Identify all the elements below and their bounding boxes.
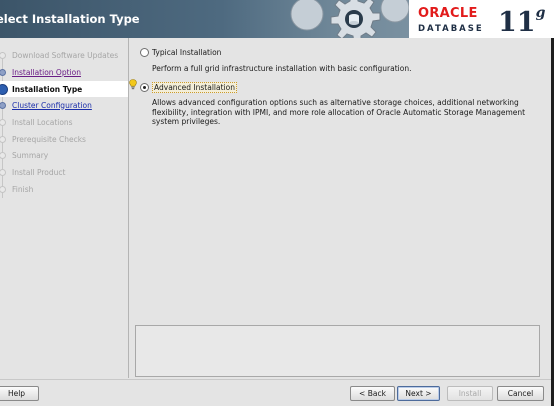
next-button[interactable]: Next > (397, 386, 440, 401)
oracle-logo: ORACLE DATABASE 11g (409, 0, 554, 38)
advanced-installation-option[interactable]: Advanced Installation (140, 82, 237, 93)
nav-step-prerequisite-checks: Prerequisite Checks (0, 131, 128, 147)
gear-graphic-icon (290, 0, 410, 38)
step-dot-icon (0, 186, 6, 193)
step-dot-icon (0, 52, 6, 59)
nav-step-label: Installation Type (12, 84, 83, 94)
header-banner: elect Installation Type ORACLE DATABASE … (0, 0, 554, 38)
help-button-label: Help (7, 389, 26, 398)
nav-step-label: Summary (12, 150, 49, 160)
typical-installation-radio[interactable] (140, 48, 149, 57)
nav-step-label: Download Software Updates (12, 50, 119, 60)
oracle-wordmark: ORACLE (418, 6, 478, 21)
nav-step-label[interactable]: Installation Option (12, 68, 81, 77)
nav-step-label: Finish (12, 184, 34, 194)
step-dot-icon (0, 102, 6, 109)
cancel-button-label: Cancel (507, 389, 534, 398)
database-wordmark: DATABASE (418, 24, 484, 34)
nav-step-summary: Summary (0, 147, 128, 163)
next-button-label: Next > (405, 389, 432, 398)
footer-separator (0, 379, 554, 380)
advanced-installation-radio[interactable] (140, 83, 149, 92)
step-dot-icon (0, 136, 6, 143)
nav-step-install-product: Install Product (0, 164, 128, 180)
nav-step-finish: Finish (0, 181, 128, 197)
nav-step-installation-option[interactable]: Installation Option (0, 64, 128, 80)
nav-step-label: Prerequisite Checks (12, 134, 86, 144)
step-dot-icon (0, 152, 6, 159)
cancel-button[interactable]: Cancel (497, 386, 544, 401)
help-button[interactable]: Help (0, 386, 39, 401)
nav-step-installation-type: Installation Type (0, 81, 128, 97)
step-dot-icon (0, 119, 6, 126)
nav-step-download-software-updates: Download Software Updates (0, 47, 128, 63)
nav-step-label: Install Locations (12, 117, 73, 127)
lightbulb-hint-icon (129, 79, 137, 90)
typical-installation-description: Perform a full grid infrastructure insta… (152, 64, 412, 73)
version-suffix: g (535, 5, 546, 21)
version-mark: 11g (498, 2, 545, 38)
details-pane (135, 325, 540, 377)
nav-step-install-locations: Install Locations (0, 114, 128, 130)
step-dot-icon (0, 69, 6, 76)
version-number: 11 (498, 7, 536, 38)
nav-step-label[interactable]: Cluster Configuration (12, 101, 92, 110)
typical-installation-option[interactable]: Typical Installation (140, 48, 221, 57)
nav-step-label: Install Product (12, 167, 66, 177)
step-dot-icon (0, 169, 6, 176)
install-button: Install (447, 386, 493, 401)
back-button-label: < Back (359, 389, 386, 398)
page-title: elect Installation Type (0, 12, 140, 26)
install-button-label: Install (458, 389, 482, 398)
typical-installation-label[interactable]: Typical Installation (152, 48, 221, 57)
nav-step-cluster-configuration[interactable]: Cluster Configuration (0, 97, 128, 113)
advanced-installation-label[interactable]: Advanced Installation (152, 82, 237, 93)
current-step-icon (0, 84, 8, 95)
back-button[interactable]: < Back (350, 386, 395, 401)
wizard-steps-nav: Download Software Updates Installation O… (0, 38, 129, 378)
advanced-installation-description: Allows advanced configuration options su… (152, 98, 526, 126)
